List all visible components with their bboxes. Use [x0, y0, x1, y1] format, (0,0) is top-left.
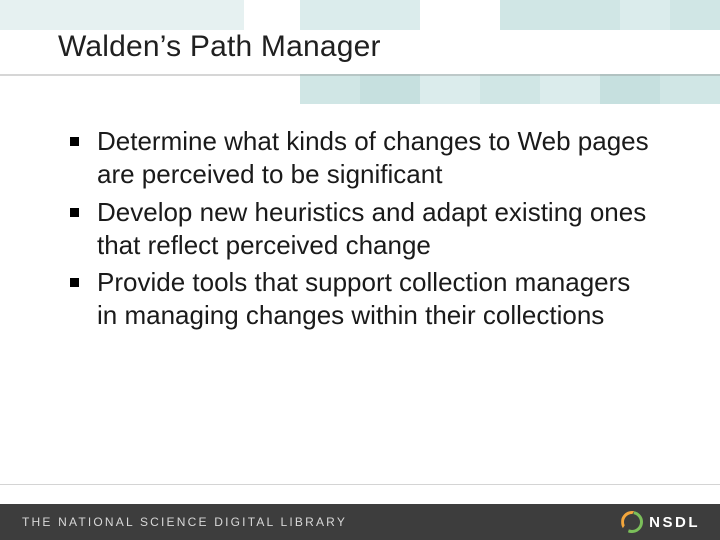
bullet-item: Provide tools that support collection ma…	[70, 266, 650, 333]
nsdl-logo: NSDL	[621, 511, 700, 533]
nsdl-logo-icon	[621, 511, 643, 533]
bullet-text: Develop new heuristics and adapt existin…	[97, 196, 650, 263]
footer-bar: THE NATIONAL SCIENCE DIGITAL LIBRARY NSD…	[0, 504, 720, 540]
bullet-text: Provide tools that support collection ma…	[97, 266, 650, 333]
slide-title: Walden’s Path Manager	[58, 30, 381, 64]
bullet-text: Determine what kinds of changes to Web p…	[97, 125, 650, 192]
bullet-item: Determine what kinds of changes to Web p…	[70, 125, 650, 192]
bullet-marker-icon	[70, 137, 79, 146]
bullet-marker-icon	[70, 278, 79, 287]
divider	[0, 484, 720, 485]
title-underline	[0, 74, 720, 76]
bullet-marker-icon	[70, 208, 79, 217]
nsdl-logo-text: NSDL	[649, 514, 700, 531]
footer-org-text: THE NATIONAL SCIENCE DIGITAL LIBRARY	[22, 515, 347, 529]
bullet-item: Develop new heuristics and adapt existin…	[70, 196, 650, 263]
slide-body: Determine what kinds of changes to Web p…	[70, 125, 650, 337]
